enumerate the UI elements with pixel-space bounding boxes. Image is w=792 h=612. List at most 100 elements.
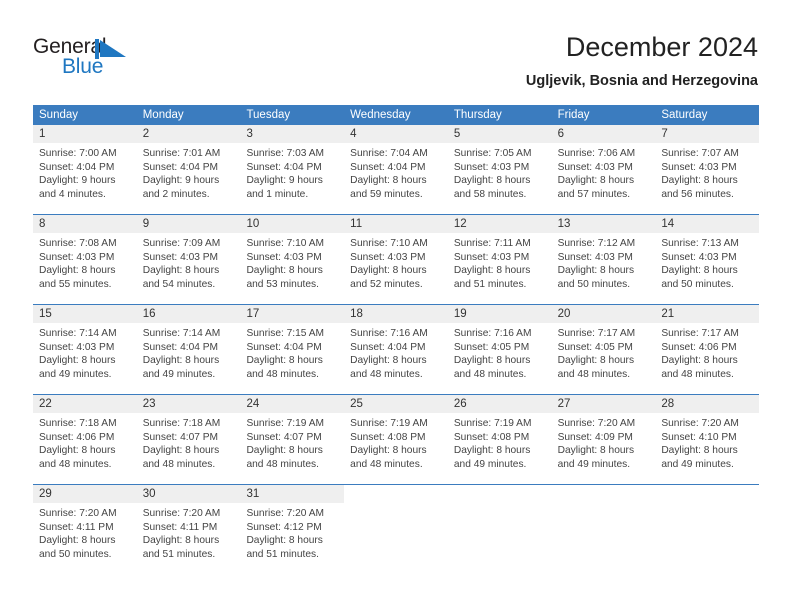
day-cell[interactable]: 18 Sunrise: 7:16 AM Sunset: 4:04 PM Dayl…	[344, 305, 448, 394]
weekday-header-monday: Monday	[142, 109, 184, 121]
day-cell[interactable]: 28 Sunrise: 7:20 AM Sunset: 4:10 PM Dayl…	[655, 395, 760, 484]
day-cell[interactable]: 25 Sunrise: 7:19 AM Sunset: 4:08 PM Dayl…	[344, 395, 448, 484]
daynum-band: 19	[447, 305, 552, 323]
daylight-text-line1: Daylight: 8 hours	[142, 445, 220, 457]
day-cell[interactable]: 1 Sunrise: 7:00 AM Sunset: 4:04 PM Dayli…	[33, 125, 137, 214]
day-cell[interactable]: 31 Sunrise: 7:20 AM Sunset: 4:12 PM Dayl…	[240, 485, 345, 574]
day-cell[interactable]: 23 Sunrise: 7:18 AM Sunset: 4:07 PM Dayl…	[136, 395, 241, 484]
day-cell[interactable]: 9 Sunrise: 7:09 AM Sunset: 4:03 PM Dayli…	[136, 215, 241, 304]
day-cell[interactable]: 27 Sunrise: 7:20 AM Sunset: 4:09 PM Dayl…	[551, 395, 656, 484]
daylight-text-line1: Daylight: 8 hours	[142, 355, 220, 367]
day-cell[interactable]: 26 Sunrise: 7:19 AM Sunset: 4:08 PM Dayl…	[447, 395, 552, 484]
sunrise-text: Sunrise: 7:08 AM	[39, 238, 117, 249]
daynum-band: 30	[136, 485, 241, 503]
daylight-text-line1: Daylight: 8 hours	[142, 265, 220, 277]
daylight-text-line1: Daylight: 8 hours	[453, 175, 531, 187]
sunrise-text: Sunrise: 7:03 AM	[246, 148, 325, 159]
weekday-header-friday: Friday	[557, 109, 590, 121]
day-number: 7	[661, 128, 668, 140]
sunset-text: Sunset: 4:03 PM	[39, 251, 115, 263]
daylight-text-line1: Daylight: 8 hours	[246, 445, 323, 457]
day-cell-empty	[551, 485, 656, 574]
day-info: Sunrise: 7:19 AM Sunset: 4:07 PM Dayligh…	[240, 413, 344, 471]
day-info: Sunrise: 7:20 AM Sunset: 4:11 PM Dayligh…	[33, 503, 137, 561]
day-info: Sunrise: 7:15 AM Sunset: 4:04 PM Dayligh…	[240, 323, 344, 381]
day-info: Sunrise: 7:17 AM Sunset: 4:05 PM Dayligh…	[552, 323, 656, 381]
daynum-band: 8	[33, 215, 137, 233]
daylight-text-line2: and 48 minutes.	[453, 368, 527, 380]
daynum-band: 22	[33, 395, 137, 413]
day-cell[interactable]: 14 Sunrise: 7:13 AM Sunset: 4:03 PM Dayl…	[655, 215, 760, 304]
day-info: Sunrise: 7:19 AM Sunset: 4:08 PM Dayligh…	[344, 413, 448, 471]
day-cell[interactable]: 13 Sunrise: 7:12 AM Sunset: 4:03 PM Dayl…	[551, 215, 656, 304]
day-cell[interactable]: 7 Sunrise: 7:07 AM Sunset: 4:03 PM Dayli…	[655, 125, 760, 214]
daylight-text-line2: and 48 minutes.	[142, 458, 216, 470]
day-cell[interactable]: 10 Sunrise: 7:10 AM Sunset: 4:03 PM Dayl…	[240, 215, 345, 304]
day-info: Sunrise: 7:20 AM Sunset: 4:12 PM Dayligh…	[240, 503, 344, 561]
day-cell[interactable]: 24 Sunrise: 7:19 AM Sunset: 4:07 PM Dayl…	[240, 395, 345, 484]
day-cell[interactable]: 17 Sunrise: 7:15 AM Sunset: 4:04 PM Dayl…	[240, 305, 345, 394]
brand-logo[interactable]: General Blue	[33, 36, 223, 84]
day-cell[interactable]: 21 Sunrise: 7:17 AM Sunset: 4:06 PM Dayl…	[655, 305, 760, 394]
day-number: 30	[142, 488, 156, 500]
daylight-text-line2: and 48 minutes.	[350, 368, 423, 380]
daylight-text-line1: Daylight: 8 hours	[39, 355, 116, 367]
sunrise-text: Sunrise: 7:19 AM	[246, 418, 325, 429]
day-cell[interactable]: 8 Sunrise: 7:08 AM Sunset: 4:03 PM Dayli…	[33, 215, 137, 304]
calendar-page: General Blue December 2024 Ugljevik, Bos…	[0, 0, 792, 612]
daynum-band: 29	[33, 485, 137, 503]
daylight-text-line1: Daylight: 8 hours	[453, 355, 531, 367]
day-cell[interactable]: 4 Sunrise: 7:04 AM Sunset: 4:04 PM Dayli…	[344, 125, 448, 214]
day-cell[interactable]: 16 Sunrise: 7:14 AM Sunset: 4:04 PM Dayl…	[136, 305, 241, 394]
sunset-text: Sunset: 4:04 PM	[39, 161, 115, 173]
daynum-band: 25	[344, 395, 448, 413]
day-cell[interactable]: 6 Sunrise: 7:06 AM Sunset: 4:03 PM Dayli…	[551, 125, 656, 214]
day-cell[interactable]: 20 Sunrise: 7:17 AM Sunset: 4:05 PM Dayl…	[551, 305, 656, 394]
daylight-text-line2: and 51 minutes.	[453, 278, 527, 290]
daynum-band: 31	[240, 485, 345, 503]
sunrise-text: Sunrise: 7:11 AM	[453, 238, 531, 249]
day-info: Sunrise: 7:16 AM Sunset: 4:04 PM Dayligh…	[344, 323, 448, 381]
day-cell[interactable]: 2 Sunrise: 7:01 AM Sunset: 4:04 PM Dayli…	[136, 125, 241, 214]
day-info: Sunrise: 7:07 AM Sunset: 4:03 PM Dayligh…	[655, 143, 759, 201]
day-number: 6	[557, 128, 564, 140]
daynum-band	[447, 485, 552, 503]
daynum-band	[551, 485, 656, 503]
day-number: 10	[246, 218, 260, 230]
sunrise-text: Sunrise: 7:18 AM	[39, 418, 117, 429]
day-number: 31	[246, 488, 260, 500]
weekday-header-tuesday: Tuesday	[246, 109, 291, 121]
day-cell[interactable]: 22 Sunrise: 7:18 AM Sunset: 4:06 PM Dayl…	[33, 395, 137, 484]
sunset-text: Sunset: 4:12 PM	[246, 521, 322, 533]
day-cell[interactable]: 30 Sunrise: 7:20 AM Sunset: 4:11 PM Dayl…	[136, 485, 241, 574]
day-info: Sunrise: 7:13 AM Sunset: 4:03 PM Dayligh…	[655, 233, 759, 291]
daylight-text-line2: and 49 minutes.	[39, 368, 112, 380]
sunset-text: Sunset: 4:03 PM	[246, 251, 322, 263]
day-number: 1	[39, 128, 46, 140]
day-number: 18	[350, 308, 363, 320]
week-row: 15 Sunrise: 7:14 AM Sunset: 4:03 PM Dayl…	[33, 304, 760, 394]
sunrise-text: Sunrise: 7:17 AM	[557, 328, 636, 339]
day-info: Sunrise: 7:20 AM Sunset: 4:09 PM Dayligh…	[552, 413, 656, 471]
daylight-text-line1: Daylight: 8 hours	[557, 355, 635, 367]
daylight-text-line1: Daylight: 8 hours	[142, 535, 220, 547]
day-number: 14	[661, 218, 675, 230]
daylight-text-line2: and 48 minutes.	[350, 458, 423, 470]
day-cell[interactable]: 12 Sunrise: 7:11 AM Sunset: 4:03 PM Dayl…	[447, 215, 552, 304]
day-cell[interactable]: 19 Sunrise: 7:16 AM Sunset: 4:05 PM Dayl…	[447, 305, 552, 394]
day-cell[interactable]: 5 Sunrise: 7:05 AM Sunset: 4:03 PM Dayli…	[447, 125, 552, 214]
day-number: 11	[350, 218, 363, 230]
day-info: Sunrise: 7:16 AM Sunset: 4:05 PM Dayligh…	[448, 323, 552, 381]
day-cell[interactable]: 3 Sunrise: 7:03 AM Sunset: 4:04 PM Dayli…	[240, 125, 345, 214]
daylight-text-line1: Daylight: 8 hours	[350, 265, 427, 277]
day-number: 22	[39, 398, 52, 410]
sunrise-text: Sunrise: 7:20 AM	[557, 418, 636, 429]
day-cell[interactable]: 15 Sunrise: 7:14 AM Sunset: 4:03 PM Dayl…	[33, 305, 137, 394]
day-number: 17	[246, 308, 260, 320]
day-info: Sunrise: 7:05 AM Sunset: 4:03 PM Dayligh…	[448, 143, 552, 201]
sunset-text: Sunset: 4:11 PM	[142, 521, 218, 533]
day-cell[interactable]: 11 Sunrise: 7:10 AM Sunset: 4:03 PM Dayl…	[344, 215, 448, 304]
day-cell[interactable]: 29 Sunrise: 7:20 AM Sunset: 4:11 PM Dayl…	[33, 485, 137, 574]
day-info: Sunrise: 7:18 AM Sunset: 4:06 PM Dayligh…	[33, 413, 137, 471]
day-number: 5	[453, 128, 461, 140]
